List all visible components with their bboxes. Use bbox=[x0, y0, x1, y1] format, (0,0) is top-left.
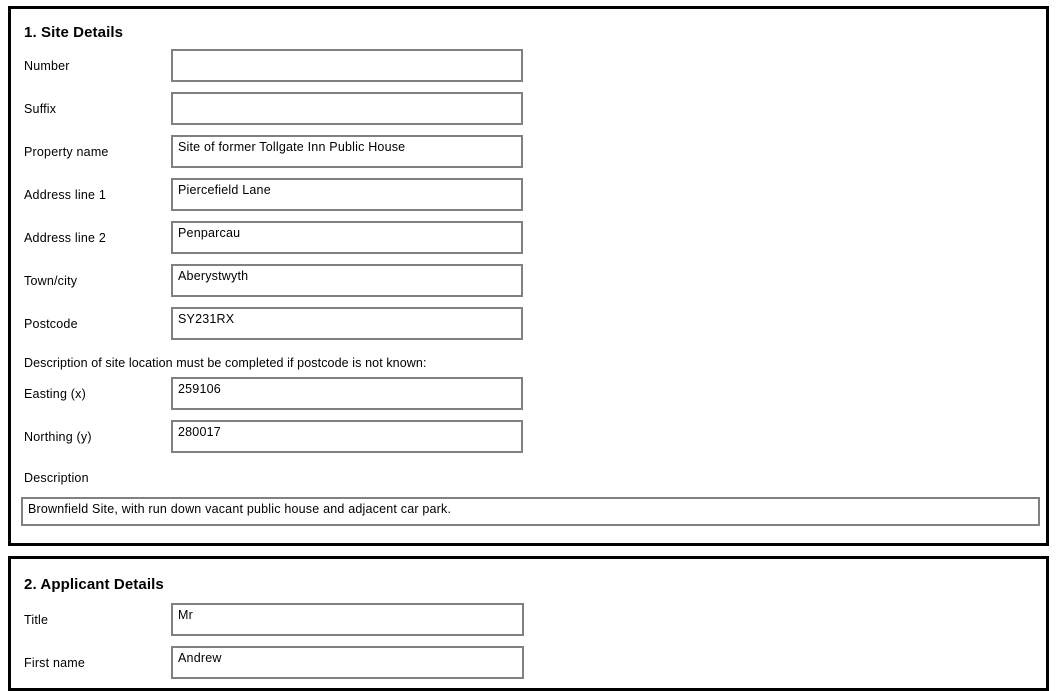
form-row-number: Number bbox=[11, 49, 1046, 92]
form-row-town-city: Town/city Aberystwyth bbox=[11, 264, 1046, 307]
form-row-northing: Northing (y) 280017 bbox=[11, 420, 1046, 463]
label-suffix: Suffix bbox=[24, 102, 57, 116]
section-applicant-details: 2. Applicant Details Title Mr First name… bbox=[8, 556, 1049, 691]
form-row-first-name: First name Andrew bbox=[11, 646, 1046, 689]
form-row-address-line-1: Address line 1 Piercefield Lane bbox=[11, 178, 1046, 221]
label-property-name: Property name bbox=[24, 145, 109, 159]
application-form-page: 1. Site Details Number Suffix Property n… bbox=[0, 0, 1058, 691]
form-row-suffix: Suffix bbox=[11, 92, 1046, 135]
input-postcode[interactable]: SY231RX bbox=[171, 307, 523, 340]
input-address-line-2[interactable]: Penparcau bbox=[171, 221, 523, 254]
input-address-line-1[interactable]: Piercefield Lane bbox=[171, 178, 523, 211]
input-title[interactable]: Mr bbox=[171, 603, 524, 636]
label-postcode: Postcode bbox=[24, 317, 78, 331]
label-address-line-2: Address line 2 bbox=[24, 231, 107, 245]
label-title: Title bbox=[24, 613, 49, 627]
label-number: Number bbox=[24, 59, 70, 73]
input-property-name[interactable]: Site of former Tollgate Inn Public House bbox=[171, 135, 523, 168]
label-first-name: First name bbox=[24, 656, 86, 670]
form-row-easting: Easting (x) 259106 bbox=[11, 377, 1046, 420]
label-northing: Northing (y) bbox=[24, 430, 92, 444]
input-town-city[interactable]: Aberystwyth bbox=[171, 264, 523, 297]
section-applicant-details-heading: 2. Applicant Details bbox=[24, 576, 164, 593]
input-northing[interactable]: 280017 bbox=[171, 420, 523, 453]
input-easting[interactable]: 259106 bbox=[171, 377, 523, 410]
label-easting: Easting (x) bbox=[24, 387, 86, 401]
section-site-details: 1. Site Details Number Suffix Property n… bbox=[8, 6, 1049, 546]
input-first-name[interactable]: Andrew bbox=[171, 646, 524, 679]
form-row-property-name: Property name Site of former Tollgate In… bbox=[11, 135, 1046, 178]
label-town-city: Town/city bbox=[24, 274, 78, 288]
form-row-address-line-2: Address line 2 Penparcau bbox=[11, 221, 1046, 264]
input-description[interactable]: Brownfield Site, with run down vacant pu… bbox=[21, 497, 1040, 526]
form-row-postcode: Postcode SY231RX bbox=[11, 307, 1046, 350]
site-location-note: Description of site location must be com… bbox=[24, 356, 427, 370]
label-description: Description bbox=[24, 471, 89, 485]
form-row-title: Title Mr bbox=[11, 603, 1046, 646]
section-site-details-heading: 1. Site Details bbox=[24, 24, 124, 41]
input-number[interactable] bbox=[171, 49, 523, 82]
input-suffix[interactable] bbox=[171, 92, 523, 125]
label-address-line-1: Address line 1 bbox=[24, 188, 107, 202]
